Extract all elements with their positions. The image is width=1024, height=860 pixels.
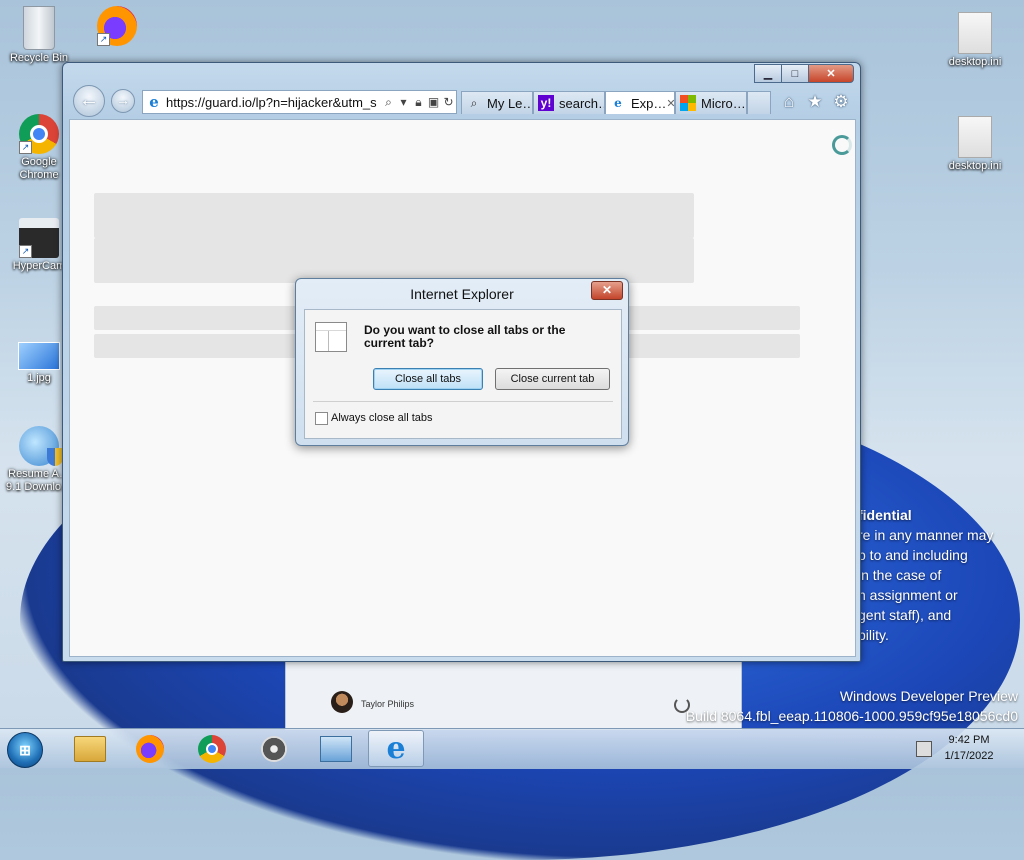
dialog-close-button[interactable]: ✕ xyxy=(591,281,623,300)
start-menu-fragment: Taylor Philips xyxy=(285,660,742,730)
window-controls: ▁ □ ✕ xyxy=(754,64,854,83)
desktop-icon-label: Recycle Bin xyxy=(9,52,69,64)
close-current-tab-button[interactable]: Close current tab xyxy=(495,368,610,390)
watermark-title: fidential xyxy=(858,507,912,523)
watermark-line: n assignment or xyxy=(858,587,958,603)
desktop-icon-firefox[interactable]: ↗ xyxy=(82,6,152,48)
yahoo-icon: y! xyxy=(538,95,554,111)
back-button[interactable]: ← xyxy=(73,85,105,117)
recycle-bin-icon xyxy=(23,6,55,50)
desktop-icon-label: desktop.ini xyxy=(948,56,1002,68)
taskbar-media[interactable] xyxy=(246,730,302,767)
forward-button[interactable]: → xyxy=(111,89,135,113)
dropdown-arrow-icon[interactable]: ▾ xyxy=(396,95,411,109)
placeholder-block xyxy=(94,238,694,283)
url-text[interactable]: https://guard.io/lp?n=hijacker&utm_s xyxy=(166,95,381,110)
film-reel-icon xyxy=(261,735,287,762)
shortcut-arrow-icon: ↗ xyxy=(19,141,32,154)
tab-explorer[interactable]: e Exp… ✕ xyxy=(605,91,675,114)
chrome-icon xyxy=(198,734,226,763)
ie-icon: e xyxy=(386,730,406,766)
watermark-line: p to and including xyxy=(858,547,968,563)
dialog-title: Internet Explorer xyxy=(410,286,514,302)
refresh-icon[interactable]: ↻ xyxy=(441,95,456,109)
shortcut-arrow-icon: ↗ xyxy=(97,33,110,46)
control-panel-icon xyxy=(320,735,352,762)
close-tabs-dialog: Internet Explorer ✕ Do you want to close… xyxy=(295,278,629,446)
watermark-line: in the case of xyxy=(858,567,942,583)
tabs-window-icon xyxy=(315,322,347,352)
tab-label: search… xyxy=(559,95,604,111)
tab-search[interactable]: y! search… xyxy=(533,91,605,114)
tab-microsoft[interactable]: Micro… xyxy=(675,91,747,114)
watermark-line: bility. xyxy=(858,627,889,643)
tab-label: Micro… xyxy=(701,95,746,111)
taskbar-chrome[interactable] xyxy=(184,730,240,767)
taskbar-control-panel[interactable] xyxy=(308,730,364,767)
toolbar-icons: ⌂ ★ ⚙ xyxy=(780,93,850,111)
close-button[interactable]: ✕ xyxy=(808,64,854,83)
installer-icon xyxy=(19,426,63,466)
image-file-icon xyxy=(18,342,60,370)
settings-file-icon xyxy=(958,116,992,158)
firefox-icon xyxy=(136,734,164,763)
minimize-button[interactable]: ▁ xyxy=(754,64,782,83)
chrome-icon: ↗ xyxy=(19,114,59,154)
tab-label: My Le… xyxy=(487,95,533,111)
taskbar-internet-explorer[interactable]: e xyxy=(368,730,424,767)
clock-time: 9:42 PM xyxy=(948,734,990,746)
user-name: Taylor Philips xyxy=(361,699,415,709)
start-button[interactable]: ⊞ xyxy=(7,732,43,768)
system-clock[interactable]: 9:42 PM 1/17/2022 xyxy=(924,732,1014,764)
desktop-icon-label: 1.jpg xyxy=(27,372,51,384)
developer-preview-watermark: Windows Developer Preview Build 8064.fbl… xyxy=(686,686,1018,726)
ie-page-icon: e xyxy=(149,93,159,111)
avatar[interactable] xyxy=(331,691,353,713)
search-icon[interactable]: ⌕ xyxy=(381,95,396,110)
new-tab-button[interactable] xyxy=(747,91,771,114)
dialog-message: Do you want to close all tabs or the cur… xyxy=(364,323,566,350)
clock-date: 1/17/2022 xyxy=(944,750,994,762)
desktop-icon-label: desktop.ini xyxy=(948,160,1002,172)
always-close-checkbox[interactable] xyxy=(315,412,328,425)
placeholder-block xyxy=(94,193,694,238)
dialog-body: Do you want to close all tabs or the cur… xyxy=(304,309,622,439)
watermark-line: gent staff), and xyxy=(858,607,952,623)
favorites-star-icon[interactable]: ★ xyxy=(806,93,824,111)
confidential-watermark: fidential re in any manner may p to and … xyxy=(858,505,993,645)
build-string: Build 8064.fbl_eeap.110806-1000.959cf95e… xyxy=(685,708,1018,724)
taskbar-firefox[interactable] xyxy=(122,730,178,767)
microsoft-icon xyxy=(680,95,696,111)
firefox-icon: ↗ xyxy=(97,6,137,46)
taskbar-explorer[interactable] xyxy=(62,730,118,767)
address-bar[interactable]: e https://guard.io/lp?n=hijacker&utm_s ⌕… xyxy=(142,90,457,114)
desktop-icon-desktop-ini-2[interactable]: desktop.ini xyxy=(940,116,1010,173)
ie-icon: e xyxy=(614,96,622,110)
loading-spinner-icon xyxy=(832,135,852,155)
tab-label: Exp… xyxy=(631,95,667,111)
desktop-icon-label: HyperCam xyxy=(12,260,66,272)
folder-icon xyxy=(74,735,106,762)
close-all-tabs-button[interactable]: Close all tabs xyxy=(373,368,483,390)
dev-preview-title: Windows Developer Preview xyxy=(839,688,1018,704)
taskbar: ⊞ e 9:42 PM 1/17/2022 xyxy=(0,728,1024,769)
tab-close-icon[interactable]: ✕ xyxy=(666,97,674,110)
home-icon[interactable]: ⌂ xyxy=(780,93,798,111)
lock-icon[interactable]: 🔒︎ xyxy=(411,95,426,110)
search-icon: ⌕ xyxy=(470,95,478,110)
compat-view-icon[interactable]: ▣ xyxy=(426,95,441,109)
shortcut-arrow-icon: ↗ xyxy=(19,245,32,258)
settings-file-icon xyxy=(958,12,992,54)
maximize-button[interactable]: □ xyxy=(781,64,809,83)
tab-my-le[interactable]: ⌕ My Le… xyxy=(461,91,533,114)
dialog-separator xyxy=(313,401,613,402)
desktop-icon-recycle-bin[interactable]: Recycle Bin xyxy=(4,6,74,65)
watermark-line: re in any manner may xyxy=(858,527,994,543)
always-close-label: Always close all tabs xyxy=(331,412,433,424)
hypercam-icon: ↗ xyxy=(19,218,59,258)
desktop-icon-label: Google Chrome xyxy=(19,156,59,181)
gear-icon[interactable]: ⚙ xyxy=(832,93,850,111)
desktop-icon-desktop-ini-1[interactable]: desktop.ini xyxy=(940,12,1010,69)
